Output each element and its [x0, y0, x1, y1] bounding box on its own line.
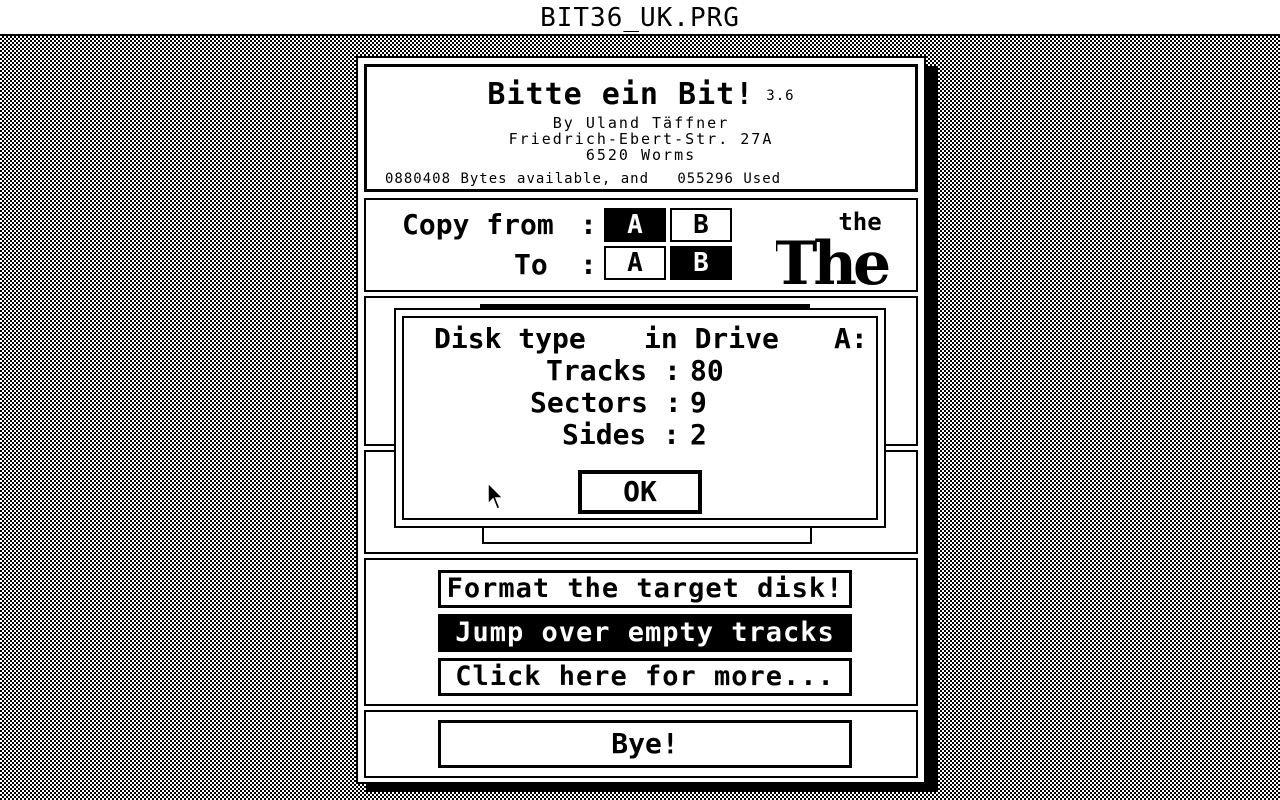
ok-button[interactable]: OK: [578, 470, 702, 514]
sectors-label: Sectors :: [530, 386, 682, 419]
copy-from-colon: :: [580, 208, 597, 241]
app-title: Bitte ein Bit! 3.6: [367, 77, 915, 112]
target-drive-b-button[interactable]: B: [670, 246, 732, 280]
in-drive-label: in Drive: [644, 322, 779, 355]
author-line: By Uland Täffner: [552, 114, 730, 132]
sectors-value: 9: [690, 386, 707, 419]
copy-drive-panel: Copy from : To : A B A B the The: [364, 198, 918, 292]
options-panel: Format the target disk! Jump over empty …: [364, 558, 918, 706]
copy-to-label: To: [514, 248, 548, 281]
bytes-available-label: Bytes available, and: [460, 171, 650, 187]
address-line: Friedrich-Ebert-Str. 27A: [508, 130, 774, 148]
format-target-button[interactable]: Format the target disk!: [438, 570, 852, 608]
more-options-button[interactable]: Click here for more...: [438, 658, 852, 696]
sides-label: Sides :: [562, 418, 681, 451]
source-drive-b-button[interactable]: B: [670, 208, 732, 242]
drive-letter: A:: [834, 322, 868, 355]
sides-value: 2: [690, 418, 707, 451]
disk-type-label: Disk type: [434, 322, 586, 355]
exit-panel: Bye!: [364, 710, 918, 778]
copy-to-colon: :: [580, 248, 597, 281]
city-line: 6520 Worms: [585, 146, 697, 164]
the-logo-icon: the The: [776, 208, 892, 288]
source-drive-a-button[interactable]: A: [604, 208, 666, 242]
copy-from-label: Copy from: [402, 208, 554, 241]
app-name: Bitte ein Bit!: [487, 77, 755, 112]
window-title-bar[interactable]: BIT36_UK.PRG: [0, 0, 1280, 36]
logo-big-text: The: [776, 229, 889, 288]
target-drive-a-button[interactable]: A: [604, 246, 666, 280]
alert-inner-frame: Disk type in Drive A: Tracks : 80 Sector…: [402, 316, 878, 520]
bytes-used-label: Used: [743, 171, 782, 187]
tracks-value: 80: [690, 354, 724, 387]
app-version: 3.6: [766, 87, 795, 104]
memory-status: 0880408 Bytes available, and 055296 Used: [385, 171, 781, 187]
tracks-label: Tracks :: [546, 354, 681, 387]
bytes-used-value: 055296: [677, 171, 734, 187]
disk-type-alert: Disk type in Drive A: Tracks : 80 Sector…: [394, 308, 886, 528]
mouse-pointer-icon: [487, 482, 505, 510]
window-title: BIT36_UK.PRG: [540, 3, 740, 33]
info-header: Bitte ein Bit! 3.6 By Uland Täffner Fried…: [364, 64, 918, 192]
bye-button[interactable]: Bye!: [438, 720, 852, 768]
jump-empty-tracks-button[interactable]: Jump over empty tracks: [438, 614, 852, 652]
bytes-available-value: 0880408: [385, 171, 452, 187]
